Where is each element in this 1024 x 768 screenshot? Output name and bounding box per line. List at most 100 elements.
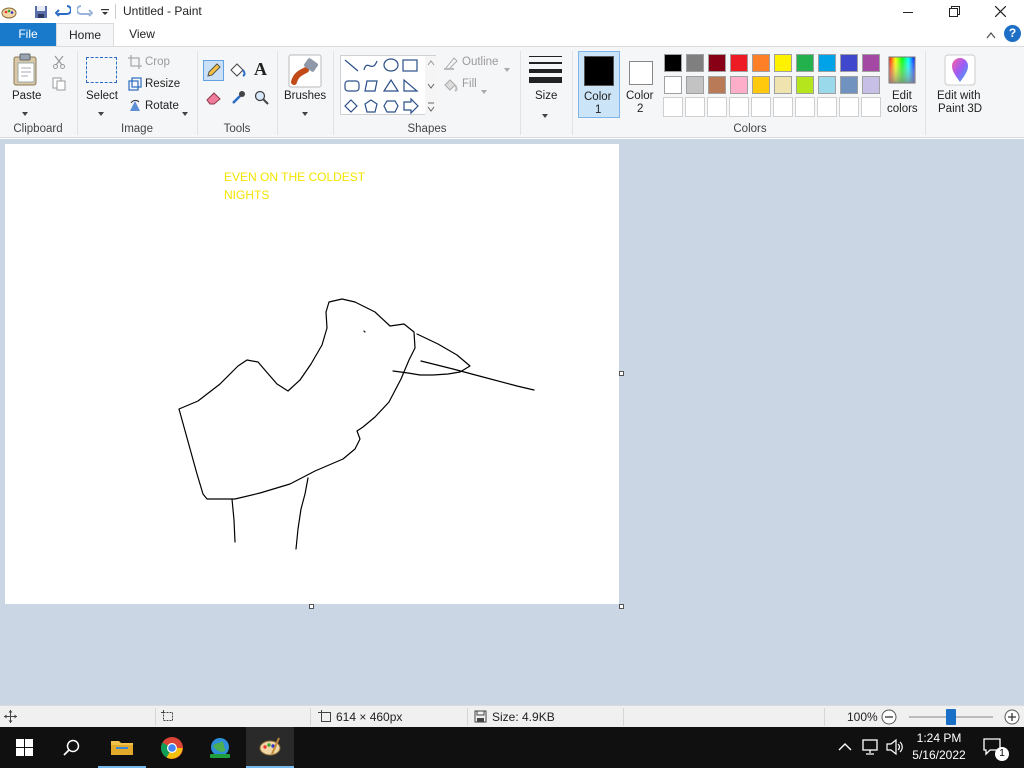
tab-file[interactable]: File [0, 23, 56, 46]
palette-color-swatch[interactable] [752, 54, 770, 72]
edit-colors-line2[interactable]: colors [887, 103, 918, 115]
paint-taskbar-icon[interactable] [246, 727, 294, 768]
file-explorer-icon[interactable] [98, 727, 146, 768]
paint-app-icon[interactable] [0, 3, 18, 21]
fill-dropdown-icon[interactable] [481, 83, 487, 97]
palette-color-swatch[interactable] [664, 54, 682, 72]
chrome-icon[interactable] [148, 727, 196, 768]
select-button[interactable]: Select [86, 90, 118, 102]
brushes-icon[interactable] [288, 54, 322, 88]
zoom-out-button[interactable] [881, 709, 897, 728]
brushes-button[interactable]: Brushes [284, 90, 326, 102]
zoom-slider-thumb[interactable] [946, 709, 956, 725]
resize-handle-bottom[interactable] [309, 604, 314, 609]
color2-button[interactable]: Color 2 [621, 51, 661, 118]
color2-swatch [629, 61, 653, 85]
minimize-button[interactable] [885, 0, 931, 23]
magnifier-icon[interactable] [254, 90, 269, 108]
collapse-ribbon-icon[interactable] [986, 28, 996, 42]
crop-button[interactable]: Crop [145, 56, 170, 68]
palette-color-swatch[interactable] [686, 76, 704, 94]
fill-button[interactable]: Fill [462, 78, 477, 90]
tab-view[interactable]: View [114, 23, 170, 46]
size-button[interactable]: Size [535, 90, 557, 102]
select-dropdown-icon[interactable] [98, 105, 104, 119]
volume-icon[interactable] [886, 738, 904, 758]
paint3d-line1[interactable]: Edit with [937, 90, 980, 102]
custom-color-slot[interactable] [663, 97, 683, 117]
palette-color-swatch[interactable] [664, 76, 682, 94]
start-button[interactable] [0, 727, 48, 768]
palette-color-swatch[interactable] [752, 76, 770, 94]
palette-color-swatch[interactable] [774, 76, 792, 94]
text-tool-icon[interactable]: A [254, 59, 267, 80]
custom-color-slot[interactable] [795, 97, 815, 117]
resize-handle-right[interactable] [619, 371, 624, 376]
custom-color-slot[interactable] [729, 97, 749, 117]
app-globe-icon[interactable] [196, 727, 244, 768]
fill-bucket-icon[interactable] [229, 62, 246, 82]
palette-color-swatch[interactable] [708, 54, 726, 72]
palette-color-swatch[interactable] [840, 54, 858, 72]
size-icon[interactable] [529, 55, 562, 86]
paste-icon[interactable] [10, 53, 42, 87]
select-icon[interactable] [86, 57, 117, 83]
clock-time[interactable]: 1:24 PM [912, 731, 966, 745]
custom-color-slot[interactable] [751, 97, 771, 117]
palette-color-swatch[interactable] [862, 76, 880, 94]
pencil-tool-icon[interactable] [203, 60, 224, 81]
palette-color-swatch[interactable] [796, 54, 814, 72]
network-icon[interactable] [862, 739, 880, 758]
palette-color-swatch[interactable] [774, 54, 792, 72]
save-icon[interactable] [32, 3, 50, 21]
status-bar: 614 × 460px Size: 4.9KB 100% [0, 705, 1024, 727]
eraser-icon[interactable] [206, 91, 222, 108]
paste-button[interactable]: Paste [12, 90, 41, 102]
paint3d-line2[interactable]: Paint 3D [938, 103, 982, 115]
palette-color-swatch[interactable] [730, 54, 748, 72]
edit-colors-icon[interactable] [887, 55, 917, 85]
resize-handle-corner[interactable] [619, 604, 624, 609]
outline-dropdown-icon[interactable] [504, 61, 510, 75]
palette-color-swatch[interactable] [730, 76, 748, 94]
paint3d-icon[interactable] [944, 54, 976, 89]
custom-color-slot[interactable] [839, 97, 859, 117]
custom-color-slot[interactable] [707, 97, 727, 117]
zoom-in-button[interactable] [1004, 709, 1020, 728]
custom-color-slot[interactable] [685, 97, 705, 117]
custom-color-slot[interactable] [817, 97, 837, 117]
size-dropdown-icon[interactable] [542, 107, 548, 121]
restore-button[interactable] [931, 0, 977, 23]
tab-home[interactable]: Home [56, 23, 114, 46]
palette-color-swatch[interactable] [818, 76, 836, 94]
copy-icon[interactable] [52, 77, 66, 94]
shapes-gallery[interactable] [340, 55, 437, 116]
brushes-dropdown-icon[interactable] [302, 105, 308, 119]
paste-dropdown-icon[interactable] [22, 105, 28, 119]
color1-button[interactable]: Color 1 [578, 51, 620, 118]
custom-color-slot[interactable] [773, 97, 793, 117]
show-hidden-icons[interactable] [838, 741, 852, 755]
undo-icon[interactable] [54, 3, 72, 21]
palette-color-swatch[interactable] [862, 54, 880, 72]
clock-date[interactable]: 5/16/2022 [908, 748, 970, 762]
search-button[interactable] [48, 727, 96, 768]
rotate-button[interactable]: Rotate [145, 100, 179, 112]
redo-icon[interactable] [76, 3, 94, 21]
rotate-dropdown-icon[interactable] [182, 105, 188, 119]
palette-color-swatch[interactable] [796, 76, 814, 94]
cut-icon[interactable] [52, 55, 66, 72]
palette-color-swatch[interactable] [686, 54, 704, 72]
customize-quick-access-icon[interactable] [96, 3, 114, 21]
close-button[interactable] [977, 0, 1023, 23]
resize-button[interactable]: Resize [145, 78, 180, 90]
custom-color-slot[interactable] [861, 97, 881, 117]
drawing-canvas[interactable]: EVEN ON THE COLDEST NIGHTS [5, 144, 619, 604]
color-picker-icon[interactable] [231, 90, 246, 108]
outline-button[interactable]: Outline [462, 56, 498, 68]
edit-colors-line1[interactable]: Edit [892, 90, 912, 102]
palette-color-swatch[interactable] [818, 54, 836, 72]
help-icon[interactable]: ? [1004, 25, 1021, 42]
palette-color-swatch[interactable] [708, 76, 726, 94]
palette-color-swatch[interactable] [840, 76, 858, 94]
